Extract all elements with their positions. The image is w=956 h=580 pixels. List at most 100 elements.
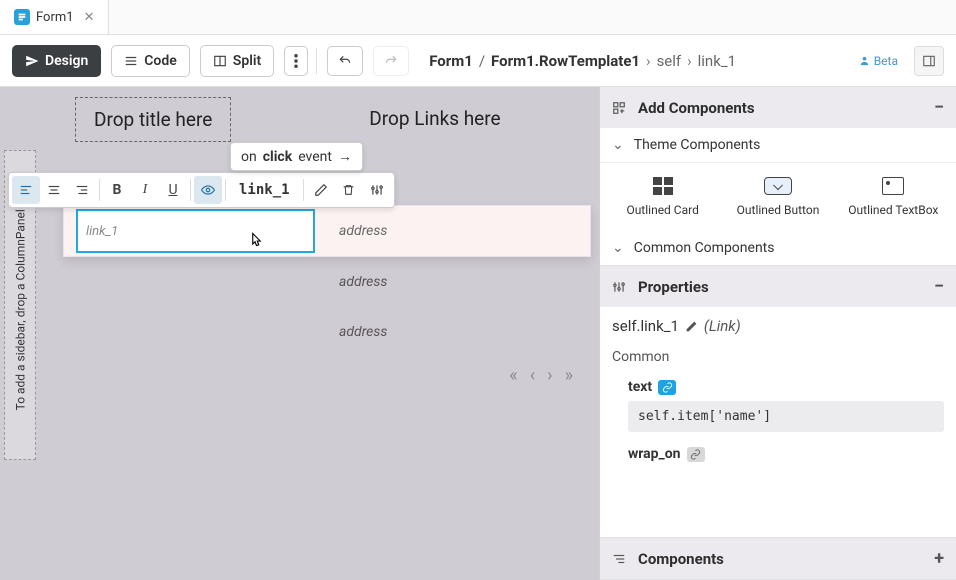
prop-wrap-on: wrap_on	[628, 446, 944, 462]
components-header[interactable]: Components +	[600, 538, 956, 579]
minus-icon[interactable]: −	[934, 97, 944, 118]
cell-link[interactable]: link_1	[64, 209, 327, 253]
cursor-icon	[246, 231, 264, 251]
pager-prev[interactable]: ‹	[530, 365, 535, 386]
code-button[interactable]: Code	[111, 45, 190, 77]
component-outlined-textbox[interactable]: Outlined TextBox	[841, 177, 946, 217]
button-icon	[764, 177, 792, 195]
cell-address: address	[327, 324, 591, 340]
plus-icon[interactable]: +	[934, 548, 944, 569]
plane-icon	[25, 54, 39, 68]
split-label: Split	[233, 53, 261, 69]
data-grid-rest: address address	[63, 257, 591, 357]
component-outlined-card[interactable]: Outlined Card	[610, 177, 715, 217]
components-title: Components	[638, 550, 724, 568]
add-components-header[interactable]: Add Components −	[600, 87, 956, 128]
form-icon	[14, 9, 30, 25]
edit-button[interactable]	[307, 176, 335, 204]
prop-text: text self.item['name']	[628, 379, 944, 432]
code-label: Code	[144, 53, 177, 69]
more-button[interactable]	[284, 46, 308, 76]
property-selector: self.link_1 (Link)	[612, 317, 944, 335]
design-canvas[interactable]: To add a sidebar, drop a ColumnPanel h D…	[0, 87, 599, 580]
settings-button[interactable]	[363, 176, 391, 204]
beta-badge[interactable]: Beta	[859, 54, 898, 68]
arrow-right-icon: →	[338, 148, 352, 165]
component-outlined-button[interactable]: Outlined Button	[725, 177, 830, 217]
event-keyword: click	[263, 149, 292, 165]
design-button[interactable]: Design	[12, 45, 101, 77]
layout-toggle-button[interactable]	[914, 46, 944, 76]
edit-name-button[interactable]	[685, 320, 698, 333]
prop-wrap-label: wrap_on	[628, 446, 681, 462]
component-label: Outlined Button	[737, 203, 820, 217]
link-icon[interactable]	[658, 380, 676, 395]
pager-first[interactable]: «	[509, 365, 517, 386]
add-components-section: Add Components − ⌄ Theme Components Outl…	[600, 87, 956, 266]
prop-text-value[interactable]: self.item['name']	[628, 401, 944, 432]
chevron-down-icon: ⌄	[612, 137, 624, 153]
cell-address: address	[327, 223, 590, 239]
cell-address: address	[327, 274, 591, 290]
format-toolbar: B I U link_1	[8, 172, 395, 208]
split-button[interactable]: Split	[200, 45, 274, 77]
selector-type: (Link)	[704, 317, 741, 335]
tab-title: Form1	[36, 10, 74, 25]
split-icon	[213, 54, 227, 68]
link-placeholder: link_1	[86, 224, 118, 239]
align-right-button[interactable]	[68, 176, 96, 204]
crumb-sub: Form1.RowTemplate1	[491, 52, 640, 70]
bold-button[interactable]: B	[103, 176, 131, 204]
redo-button[interactable]	[373, 46, 409, 76]
links-dropzone[interactable]: Drop Links here	[351, 97, 518, 142]
toolbar: Design Code Split Form1 / Form1.RowTempl…	[0, 35, 956, 87]
undo-button[interactable]	[327, 46, 363, 76]
header-dropzones: Drop title here Drop Links here	[75, 97, 589, 142]
component-label: Outlined TextBox	[848, 203, 938, 217]
close-icon[interactable]: ✕	[80, 10, 95, 25]
properties-section: Properties − self.link_1 (Link) Common t…	[600, 266, 956, 538]
event-popup[interactable]: on click event →	[230, 142, 363, 171]
sliders-icon	[612, 280, 628, 294]
separator	[316, 48, 317, 74]
properties-header[interactable]: Properties −	[600, 266, 956, 307]
add-components-title: Add Components	[638, 99, 755, 117]
beta-label: Beta	[874, 54, 898, 68]
breadcrumb[interactable]: Form1 / Form1.RowTemplate1 › self › link…	[429, 52, 849, 70]
list-icon	[124, 54, 138, 68]
delete-button[interactable]	[335, 176, 363, 204]
sidebar-hint-text: To add a sidebar, drop a ColumnPanel h	[13, 200, 27, 411]
title-dropzone[interactable]: Drop title here	[75, 97, 231, 142]
align-center-button[interactable]	[40, 176, 68, 204]
crumb-self: self	[657, 52, 682, 70]
pager-last[interactable]: »	[565, 365, 573, 386]
chevron-down-icon: ⌄	[612, 240, 624, 256]
component-label: Outlined Card	[626, 203, 698, 217]
align-left-button[interactable]	[12, 176, 40, 204]
tab-bar: Form1 ✕	[0, 0, 956, 35]
visibility-button[interactable]	[194, 176, 222, 204]
table-row[interactable]: link_1 address	[64, 206, 590, 256]
selected-link-component[interactable]: link_1	[76, 209, 315, 253]
table-row[interactable]: address	[63, 307, 591, 357]
event-suffix: event	[298, 149, 332, 165]
theme-components-header[interactable]: ⌄ Theme Components	[600, 128, 956, 163]
table-row[interactable]: address	[63, 257, 591, 307]
plus-icon	[612, 101, 628, 115]
selector-text: self.link_1	[612, 317, 679, 335]
pager-next[interactable]: ›	[547, 365, 552, 386]
property-group: Common	[612, 349, 944, 365]
common-components-label: Common Components	[634, 240, 775, 256]
prop-text-label: text	[628, 379, 652, 395]
crumb-leaf: link_1	[698, 52, 736, 70]
italic-button[interactable]: I	[131, 176, 159, 204]
theme-components-label: Theme Components	[634, 137, 761, 153]
tab-form1[interactable]: Form1 ✕	[0, 0, 109, 34]
event-prefix: on	[241, 149, 257, 165]
underline-button[interactable]: U	[159, 176, 187, 204]
common-components-header[interactable]: ⌄ Common Components	[600, 231, 956, 265]
selected-element-name: link_1	[229, 182, 300, 198]
design-label: Design	[45, 53, 88, 69]
minus-icon[interactable]: −	[934, 276, 944, 297]
link-icon[interactable]	[687, 447, 705, 462]
